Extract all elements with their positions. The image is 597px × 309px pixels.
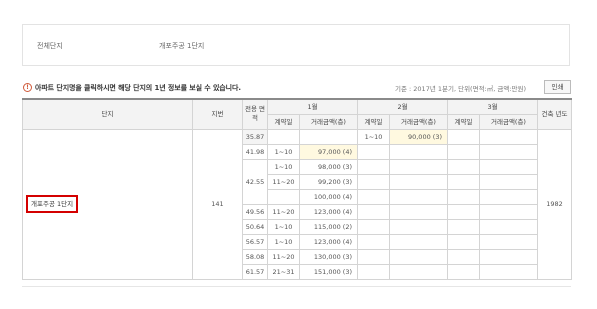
m3-day: [447, 143, 480, 160]
m1-day: 21~31: [267, 263, 300, 280]
m2-amount: [389, 263, 448, 280]
m2-amount: [389, 218, 448, 235]
m1-amount: 130,000 (3): [299, 248, 358, 265]
m1-day: 1~10: [267, 143, 300, 160]
m3-day: [447, 128, 480, 145]
m1-amount: 123,000 (4): [299, 203, 358, 220]
notice-row: ! 아파트 단지명을 클릭하시면 해당 단지의 1년 정보를 보실 수 있습니다…: [22, 80, 572, 96]
m1-amount: 115,000 (2): [299, 218, 358, 235]
header-amount: 거래금액(층): [389, 113, 448, 130]
m3-amount: [479, 188, 538, 205]
filter-panel: 전체단지 개포주공 1단지: [22, 24, 570, 66]
header-contract-day: 계약일: [267, 113, 300, 130]
m1-amount: 99,200 (3): [299, 173, 358, 190]
header-area: 전용 면적: [242, 98, 268, 130]
area-cell: 42.55: [242, 158, 268, 205]
m3-amount: [479, 233, 538, 250]
transaction-table-wrap: 단지 지번 전용 면적 1월 2월 3월 건축 년도 계약일 거래금액(층) 계…: [22, 98, 572, 280]
filter-label: 전체단지: [37, 42, 63, 50]
m1-day: 11~20: [267, 203, 300, 220]
m1-amount: 100,000 (4): [299, 188, 358, 205]
m3-amount: [479, 218, 538, 235]
header-amount: 거래금액(층): [479, 113, 538, 130]
area-cell: 35.87: [242, 128, 268, 145]
info-icon: !: [23, 83, 32, 92]
m2-day: [357, 218, 390, 235]
selected-complex-value[interactable]: 개포주공 1단지: [159, 41, 204, 51]
complex-cell: 개포주공 1단지: [22, 128, 193, 280]
m2-day: [357, 203, 390, 220]
m2-amount: [389, 173, 448, 190]
table-row: 개포주공 1단지 141 35.87 1~10 90,000 (3) 1982: [22, 128, 572, 280]
m3-day: [447, 263, 480, 280]
built-year: 1982: [537, 128, 572, 280]
m3-day: [447, 203, 480, 220]
header-month-2: 2월: [357, 98, 448, 115]
m2-amount: [389, 143, 448, 160]
m2-day: [357, 233, 390, 250]
m3-day: [447, 233, 480, 250]
print-button[interactable]: 인쇄: [544, 80, 571, 94]
header-month-3: 3월: [447, 98, 538, 115]
header-lot: 지번: [192, 98, 243, 130]
m1-amount: [299, 128, 358, 145]
m1-amount: 123,000 (4): [299, 233, 358, 250]
notice-text: 아파트 단지명을 클릭하시면 해당 단지의 1년 정보를 보실 수 있습니다.: [35, 84, 241, 92]
header-complex: 단지: [22, 98, 193, 130]
m3-amount: [479, 128, 538, 145]
m2-day: [357, 158, 390, 175]
header-amount: 거래금액(층): [299, 113, 358, 130]
m1-day: 11~20: [267, 173, 300, 190]
m3-day: [447, 173, 480, 190]
m2-day: [357, 263, 390, 280]
criteria-text: 기준 : 2017년 1분기, 단위(면적:㎡, 금액:만원): [395, 85, 527, 93]
m3-amount: [479, 158, 538, 175]
complex-name-link[interactable]: 개포주공 1단지: [26, 195, 79, 213]
m2-amount: [389, 248, 448, 265]
m3-day: [447, 188, 480, 205]
m1-amount: 151,000 (3): [299, 263, 358, 280]
m1-day: [267, 128, 300, 145]
area-cell: 58.08: [242, 248, 268, 265]
m3-day: [447, 248, 480, 265]
m2-amount: [389, 233, 448, 250]
m2-amount: [389, 188, 448, 205]
m2-amount: [389, 203, 448, 220]
m3-amount: [479, 143, 538, 160]
m2-day: [357, 173, 390, 190]
m3-amount: [479, 173, 538, 190]
header-built-year: 건축 년도: [537, 98, 572, 130]
m2-amount: 90,000 (3): [389, 128, 448, 145]
transaction-table: 단지 지번 전용 면적 1월 2월 3월 건축 년도 계약일 거래금액(층) 계…: [22, 98, 572, 280]
m2-amount: [389, 158, 448, 175]
area-cell: 49.56: [242, 203, 268, 220]
m3-day: [447, 218, 480, 235]
m2-day: [357, 143, 390, 160]
m1-day: [267, 188, 300, 205]
m2-day: 1~10: [357, 128, 390, 145]
m2-day: [357, 188, 390, 205]
m1-day: 1~10: [267, 218, 300, 235]
lot-number: 141: [192, 128, 243, 280]
area-cell: 61.57: [242, 263, 268, 280]
header-contract-day: 계약일: [357, 113, 390, 130]
m3-day: [447, 158, 480, 175]
m1-day: 1~10: [267, 233, 300, 250]
m2-day: [357, 248, 390, 265]
header-contract-day: 계약일: [447, 113, 480, 130]
m1-day: 11~20: [267, 248, 300, 265]
m3-amount: [479, 248, 538, 265]
m1-amount: 97,000 (4): [299, 143, 358, 160]
area-cell: 50.64: [242, 218, 268, 235]
m3-amount: [479, 263, 538, 280]
area-cell: 56.57: [242, 233, 268, 250]
header-month-1: 1월: [267, 98, 358, 115]
area-cell: 41.98: [242, 143, 268, 160]
m1-amount: 98,000 (3): [299, 158, 358, 175]
bottom-divider: [22, 286, 571, 287]
m1-day: 1~10: [267, 158, 300, 175]
m3-amount: [479, 203, 538, 220]
